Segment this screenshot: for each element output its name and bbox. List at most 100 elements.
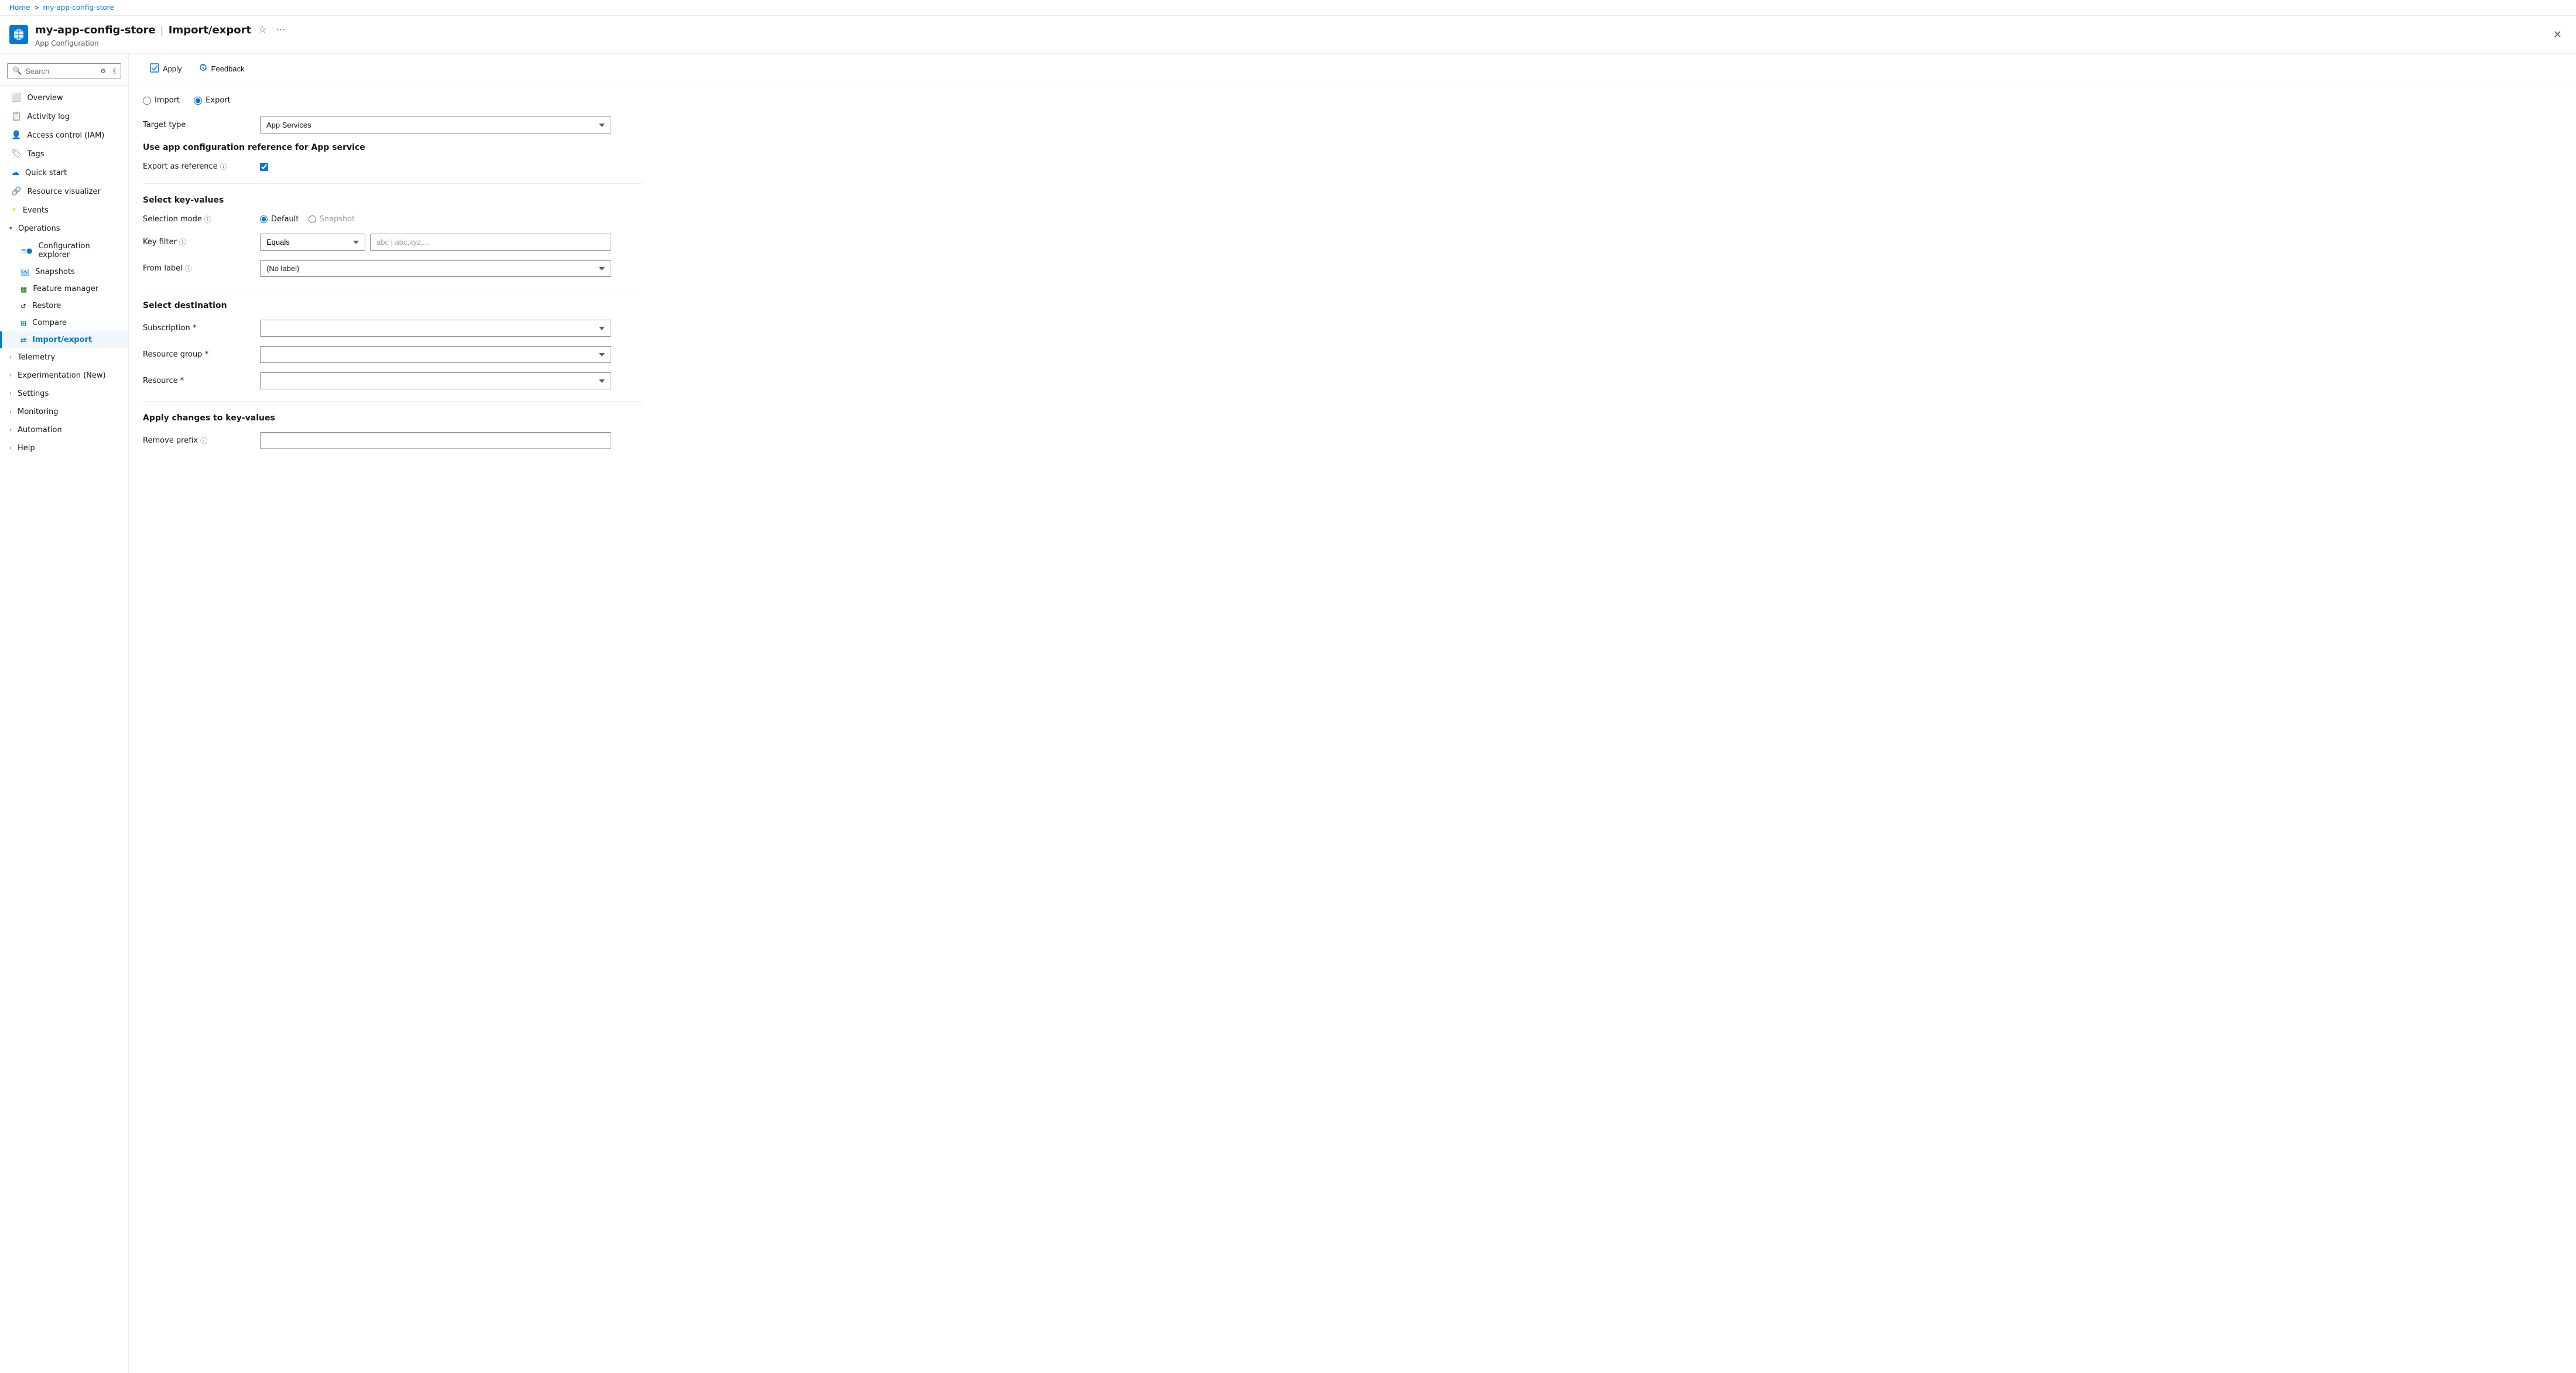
- export-as-reference-row: Export as reference ⓘ: [143, 162, 642, 172]
- feedback-button[interactable]: Feedback: [191, 60, 252, 78]
- key-filter-info-icon: ⓘ: [179, 237, 186, 247]
- from-label-control: (No label): [260, 260, 611, 277]
- subscription-label: Subscription *: [143, 324, 260, 333]
- export-radio[interactable]: [194, 97, 202, 105]
- page-title: Import/export: [169, 24, 251, 36]
- visualizer-icon: 🔗: [11, 187, 21, 196]
- app-service-section: Use app configuration reference for App …: [143, 143, 642, 172]
- key-filter-input[interactable]: [370, 234, 611, 251]
- remove-prefix-control: [260, 432, 611, 449]
- export-as-reference-label: Export as reference ⓘ: [143, 162, 260, 172]
- breadcrumb-current[interactable]: my-app-config-store: [43, 4, 114, 12]
- apply-button[interactable]: Apply: [143, 60, 189, 78]
- more-options-button[interactable]: ···: [273, 22, 287, 37]
- overview-icon: ⬜: [11, 93, 21, 102]
- default-mode-radio[interactable]: [260, 215, 268, 223]
- sidebar: 🔍 ⚙ 《 ⬜ Overview 📋 Activity log 👤 Access…: [0, 54, 129, 1373]
- resource-select[interactable]: [260, 372, 611, 389]
- breadcrumb-separator: >: [33, 4, 39, 12]
- sidebar-item-tags[interactable]: 🏷 Tags: [0, 145, 128, 163]
- export-radio-label[interactable]: Export: [194, 96, 231, 105]
- export-label: Export: [205, 96, 231, 105]
- search-icon: 🔍: [12, 67, 22, 76]
- sidebar-item-overview[interactable]: ⬜ Overview: [0, 88, 128, 107]
- tags-icon: 🏷: [11, 149, 22, 159]
- breadcrumb-home[interactable]: Home: [9, 4, 30, 12]
- sidebar-item-access-control[interactable]: 👤 Access control (IAM): [0, 126, 128, 145]
- resource-group-row: Resource group *: [143, 346, 642, 363]
- from-label-row: From label ⓘ (No label): [143, 260, 642, 277]
- snapshot-mode-label[interactable]: Snapshot: [309, 215, 355, 224]
- section-divider-3: [143, 401, 642, 402]
- sidebar-group-experimentation[interactable]: › Experimentation (New): [0, 367, 128, 385]
- chevron-right-icon: ›: [9, 409, 12, 415]
- collapse-icon[interactable]: 《: [109, 66, 116, 76]
- selection-mode-row: Selection mode ⓘ Default Snapshot: [143, 214, 642, 224]
- sidebar-item-events[interactable]: ⚡ Events: [0, 201, 128, 220]
- sidebar-group-help[interactable]: › Help: [0, 439, 128, 457]
- export-as-reference-info-icon: ⓘ: [220, 162, 227, 172]
- snapshot-mode-text: Snapshot: [320, 215, 355, 224]
- sidebar-group-telemetry[interactable]: › Telemetry: [0, 348, 128, 367]
- remove-prefix-input[interactable]: [260, 432, 611, 449]
- key-filter-inputs: Equals Starts with: [260, 234, 611, 251]
- sidebar-group-label: Settings: [18, 389, 49, 398]
- sidebar-search-area: 🔍 ⚙ 《: [0, 59, 128, 83]
- sidebar-group-automation[interactable]: › Automation: [0, 421, 128, 439]
- sidebar-group-operations[interactable]: ▾ Operations: [0, 220, 128, 238]
- export-as-reference-checkbox[interactable]: [260, 163, 268, 171]
- sidebar-group-settings[interactable]: › Settings: [0, 385, 128, 403]
- selection-mode-info-icon: ⓘ: [204, 214, 211, 224]
- feedback-icon: [198, 63, 208, 74]
- breadcrumb: Home > my-app-config-store: [0, 0, 2576, 16]
- sidebar-item-import-export[interactable]: ⇄ Import/export: [0, 331, 128, 348]
- page-header: my-app-config-store | Import/export ☆ ··…: [0, 16, 2576, 54]
- form-content: Import Export Target type App Services A…: [129, 84, 656, 470]
- close-button[interactable]: ✕: [2548, 26, 2567, 43]
- sidebar-item-label: Tags: [28, 150, 44, 159]
- apply-label: Apply: [163, 64, 182, 73]
- sidebar-divider-1: [0, 85, 128, 86]
- config-explorer-icon: ≡●: [20, 246, 33, 255]
- settings-icon[interactable]: ⚙: [100, 67, 106, 75]
- app-config-icon: [9, 25, 28, 44]
- chevron-right-icon: ›: [9, 372, 12, 379]
- feature-manager-icon: ▦: [20, 285, 27, 293]
- snapshot-mode-radio[interactable]: [309, 215, 316, 223]
- sidebar-sub-item-label: Configuration explorer: [39, 242, 119, 259]
- target-type-select[interactable]: App Services Azure App Configuration: [260, 117, 611, 133]
- search-input[interactable]: [25, 67, 97, 76]
- selection-mode-options: Default Snapshot: [260, 215, 611, 224]
- sidebar-sub-item-label: Import/export: [32, 335, 92, 344]
- sidebar-item-quick-start[interactable]: ☁ Quick start: [0, 163, 128, 182]
- sidebar-sub-item-label: Snapshots: [35, 268, 75, 276]
- sidebar-item-restore[interactable]: ↺ Restore: [0, 297, 128, 314]
- chevron-right-icon: ›: [9, 445, 12, 451]
- from-label-select[interactable]: (No label): [260, 260, 611, 277]
- remove-prefix-info-icon: ⓘ: [200, 436, 207, 446]
- sidebar-item-compare[interactable]: ⊞ Compare: [0, 314, 128, 331]
- sidebar-item-feature-manager[interactable]: ▦ Feature manager: [0, 280, 128, 297]
- sidebar-item-label: Overview: [27, 94, 63, 102]
- header-separator: |: [160, 24, 164, 36]
- sidebar-item-snapshots[interactable]: 🖼 Snapshots: [0, 263, 128, 280]
- key-filter-select[interactable]: Equals Starts with: [260, 234, 365, 251]
- sidebar-item-resource-visualizer[interactable]: 🔗 Resource visualizer: [0, 182, 128, 201]
- iam-icon: 👤: [11, 131, 21, 140]
- sidebar-group-label: Monitoring: [18, 408, 59, 416]
- app-service-section-title: Use app configuration reference for App …: [143, 143, 642, 152]
- sidebar-group-monitoring[interactable]: › Monitoring: [0, 403, 128, 421]
- export-as-reference-checkbox-label[interactable]: [260, 163, 611, 171]
- resource-group-select[interactable]: [260, 346, 611, 363]
- sidebar-item-activity-log[interactable]: 📋 Activity log: [0, 107, 128, 126]
- import-radio[interactable]: [143, 97, 151, 105]
- default-mode-label[interactable]: Default: [260, 215, 299, 224]
- sidebar-sub-item-label: Restore: [32, 302, 61, 310]
- feedback-label: Feedback: [211, 64, 245, 73]
- favorite-button[interactable]: ☆: [256, 22, 269, 38]
- sidebar-item-label: Resource visualizer: [27, 187, 100, 196]
- sidebar-item-configuration-explorer[interactable]: ≡● Configuration explorer: [0, 238, 128, 263]
- subscription-select[interactable]: [260, 320, 611, 337]
- search-box-container: 🔍 ⚙ 《: [7, 63, 121, 78]
- import-radio-label[interactable]: Import: [143, 96, 180, 105]
